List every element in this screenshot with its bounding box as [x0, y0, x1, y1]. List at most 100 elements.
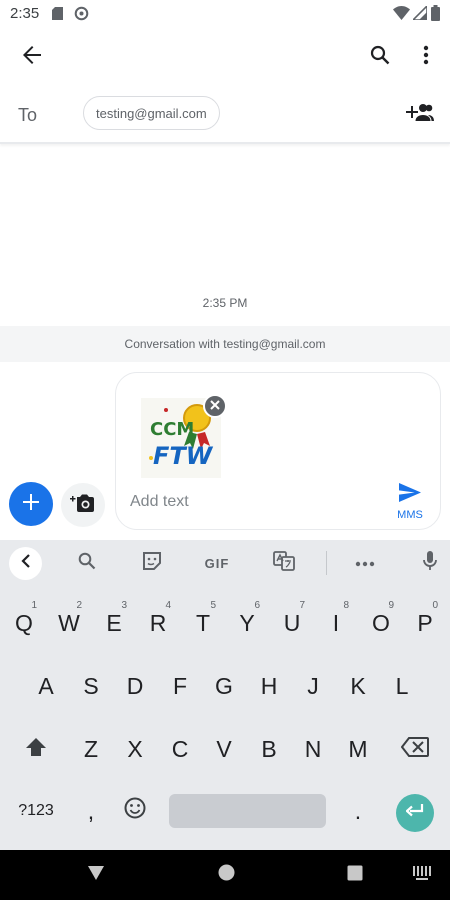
more-horiz-icon	[355, 554, 375, 572]
backspace-key[interactable]	[390, 724, 440, 774]
nav-recents-icon	[347, 865, 363, 886]
system-nav-bar	[0, 850, 450, 900]
translate-icon	[273, 550, 295, 576]
close-icon	[210, 397, 220, 415]
wifi-icon	[393, 6, 410, 25]
key-o[interactable]: O9	[359, 598, 403, 648]
key-n[interactable]: N	[291, 724, 335, 774]
status-time: 2:35	[10, 5, 40, 22]
plus-icon	[23, 493, 39, 515]
key-j[interactable]: J	[291, 661, 335, 711]
key-z[interactable]: Z	[69, 724, 113, 774]
send-button[interactable]: MMS	[388, 483, 432, 525]
key-l[interactable]: L	[380, 661, 424, 711]
message-input[interactable]	[130, 493, 370, 511]
comma-key[interactable]: ,	[69, 786, 113, 836]
nav-home-icon	[218, 864, 235, 886]
remove-attachment-button[interactable]	[203, 394, 227, 418]
voice-input-button[interactable]	[418, 550, 442, 576]
gif-label: GIF	[204, 555, 230, 571]
enter-icon	[405, 803, 424, 823]
to-label: To	[18, 105, 38, 125]
signal-icon	[411, 4, 428, 25]
translate-button[interactable]	[272, 550, 296, 576]
attachment-text-line2: FTW	[153, 442, 213, 470]
nav-recents-button[interactable]	[337, 858, 373, 892]
key-y[interactable]: Y6	[225, 598, 269, 648]
camera-icon	[70, 493, 96, 518]
emoji-icon	[124, 797, 146, 825]
sticker-button[interactable]	[140, 551, 164, 575]
compose-box: CCM FTW MMS	[115, 372, 441, 530]
nav-back-button[interactable]	[78, 858, 114, 892]
search-icon	[78, 552, 96, 575]
key-h[interactable]: H	[247, 661, 291, 711]
keyboard-icon	[413, 865, 431, 885]
search-icon	[370, 45, 390, 70]
key-m[interactable]: M	[336, 724, 380, 774]
chevron-left-icon	[20, 554, 31, 573]
battery-icon	[431, 5, 440, 26]
sd-card-icon	[52, 7, 63, 25]
enter-key[interactable]	[396, 794, 434, 832]
key-v[interactable]: V	[202, 724, 246, 774]
arrow-left-icon	[22, 45, 42, 70]
key-c[interactable]: C	[158, 724, 202, 774]
keyboard-collapse-button[interactable]	[9, 547, 42, 580]
key-w[interactable]: W2	[47, 598, 91, 648]
key-b[interactable]: B	[247, 724, 291, 774]
app-bar	[0, 28, 450, 86]
search-button[interactable]	[358, 33, 402, 81]
toolbar-divider	[326, 551, 327, 575]
emoji-key[interactable]	[113, 786, 157, 836]
keyboard-more-button[interactable]	[353, 551, 377, 575]
conversation-banner-text: Conversation with testing@gmail.com	[124, 337, 326, 351]
add-people-button[interactable]	[398, 94, 442, 134]
key-r[interactable]: R4	[136, 598, 180, 648]
key-u[interactable]: U7	[270, 598, 314, 648]
gif-button[interactable]: GIF	[200, 551, 234, 575]
sticker-icon	[142, 551, 162, 576]
status-bar: 2:35	[0, 0, 450, 28]
nav-home-button[interactable]	[208, 858, 244, 892]
nav-back-icon	[87, 865, 105, 886]
conversation-banner: Conversation with testing@gmail.com	[0, 326, 450, 362]
symbols-key[interactable]: ?123	[8, 786, 64, 836]
camera-button[interactable]	[61, 483, 105, 527]
attachment-text-line1: CCM	[150, 419, 195, 440]
backspace-icon	[400, 736, 429, 763]
keyboard-search-button[interactable]	[75, 551, 99, 575]
add-attachment-button[interactable]	[9, 482, 53, 526]
send-icon	[399, 483, 421, 507]
send-mode-label: MMS	[397, 509, 423, 521]
key-i[interactable]: I8	[314, 598, 358, 648]
key-s[interactable]: S	[69, 661, 113, 711]
key-a[interactable]: A	[24, 661, 68, 711]
key-p[interactable]: P0	[403, 598, 447, 648]
period-key[interactable]: .	[336, 786, 380, 836]
key-d[interactable]: D	[113, 661, 157, 711]
mic-icon	[423, 550, 437, 576]
add-people-icon	[406, 103, 434, 126]
recipient-row: To testing@gmail.com	[0, 86, 450, 144]
message-timestamp: 2:35 PM	[202, 296, 248, 310]
key-e[interactable]: E3	[92, 598, 136, 648]
key-t[interactable]: T5	[181, 598, 225, 648]
key-f[interactable]: F	[158, 661, 202, 711]
nav-keyboard-switch-button[interactable]	[405, 860, 439, 890]
shift-key[interactable]	[14, 724, 58, 774]
data-saver-icon	[74, 6, 89, 26]
key-k[interactable]: K	[336, 661, 380, 711]
key-q[interactable]: Q1	[2, 598, 46, 648]
recipient-chip-label: testing@gmail.com	[96, 105, 207, 121]
soft-keyboard: GIF Q1 W2 E3 R4 T5 Y6 U7 I8 O9 P0 A S D …	[0, 540, 450, 850]
key-g[interactable]: G	[202, 661, 246, 711]
more-options-button[interactable]	[404, 33, 448, 81]
key-x[interactable]: X	[113, 724, 157, 774]
back-button[interactable]	[10, 33, 54, 81]
more-vert-icon	[423, 45, 429, 70]
keyboard-toolbar: GIF	[0, 540, 450, 586]
shift-icon	[25, 736, 47, 763]
recipient-chip[interactable]: testing@gmail.com	[83, 96, 220, 130]
space-key[interactable]	[169, 794, 326, 828]
